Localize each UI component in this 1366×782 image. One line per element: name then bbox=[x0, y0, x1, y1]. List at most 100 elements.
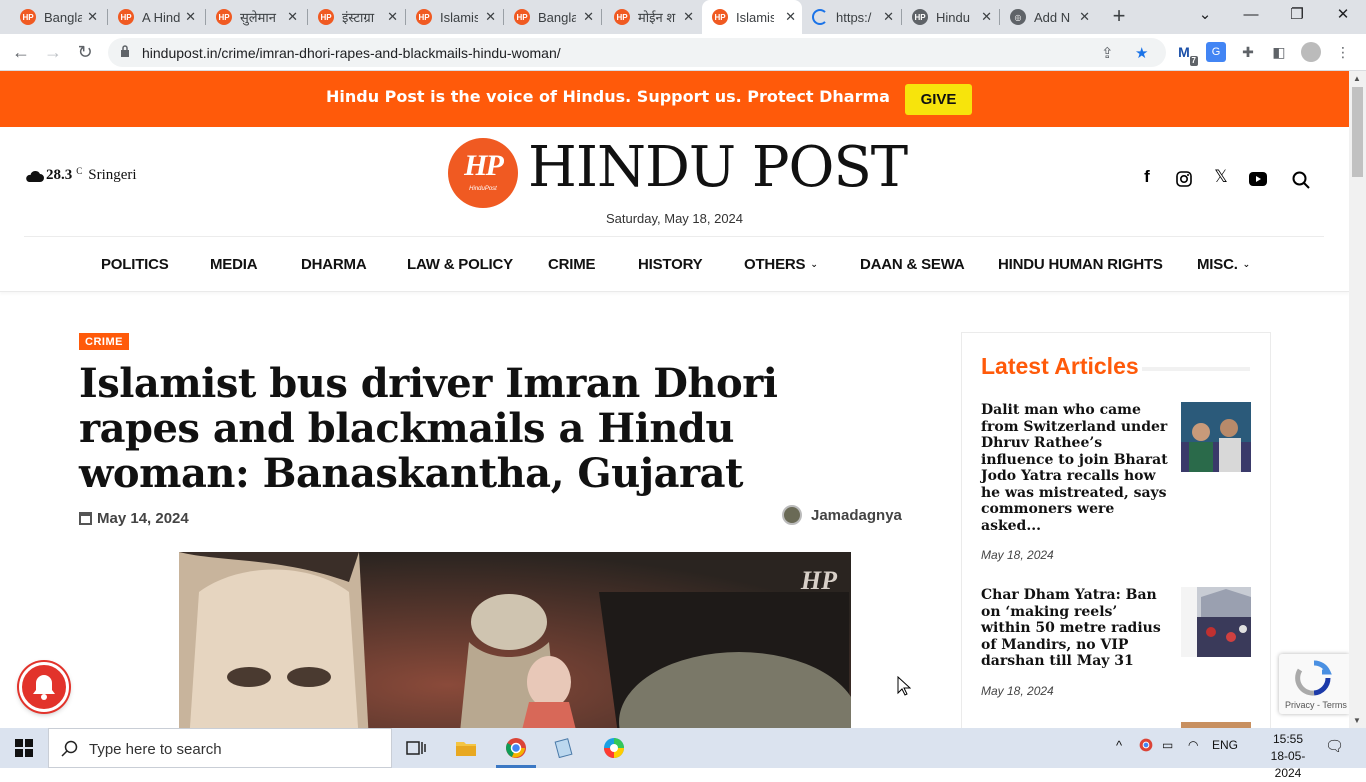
url-text[interactable]: hindupost.in/crime/imran-dhori-rapes-and… bbox=[142, 45, 561, 61]
close-icon[interactable]: ✕ bbox=[485, 9, 496, 25]
sidebar-article-title[interactable]: Char Dham Yatra: Ban on ‘making reels’ w… bbox=[981, 587, 1171, 670]
minimize-button[interactable]: — bbox=[1228, 0, 1274, 34]
extensions-puzzle-icon[interactable]: ✚ bbox=[1238, 42, 1258, 62]
instagram-icon[interactable] bbox=[1172, 167, 1196, 191]
start-button[interactable] bbox=[0, 728, 48, 768]
author-name[interactable]: Jamadagnya bbox=[811, 507, 902, 524]
site-logo-text[interactable]: HINDU POST bbox=[528, 135, 908, 200]
notification-bell-button[interactable] bbox=[19, 662, 69, 712]
taskbar-clock[interactable]: 15:55 18-05-2024 bbox=[1258, 731, 1318, 782]
tab-search-chevron-icon[interactable]: ⌄ bbox=[1182, 0, 1228, 34]
x-twitter-icon[interactable]: 𝕏 bbox=[1209, 167, 1233, 191]
nav-item-others[interactable]: OTHERS ⌄ bbox=[744, 256, 818, 273]
chevron-down-icon: ⌄ bbox=[810, 259, 818, 269]
page-scrollbar[interactable]: ▲ ▼ bbox=[1349, 71, 1366, 728]
hindupost-favicon: HP bbox=[416, 9, 432, 25]
youtube-icon[interactable] bbox=[1246, 167, 1270, 191]
close-icon[interactable]: ✕ bbox=[387, 9, 398, 25]
new-tab-button[interactable]: + bbox=[1106, 4, 1132, 30]
bookmark-star-icon[interactable]: ★ bbox=[1135, 44, 1148, 62]
browser-tab[interactable]: HP Bangla ✕ bbox=[504, 0, 600, 34]
browser-tab[interactable]: HP Bangla ✕ bbox=[10, 0, 104, 34]
reload-button[interactable]: ↻ bbox=[73, 41, 97, 65]
tray-chrome-icon[interactable] bbox=[1139, 738, 1153, 755]
site-logo-mark[interactable]: HP HinduPost bbox=[448, 138, 518, 208]
browser-tab-active[interactable]: HP Islamis ✕ bbox=[702, 0, 802, 34]
article-author[interactable]: Jamadagnya bbox=[782, 505, 902, 525]
nav-item-history[interactable]: HISTORY bbox=[638, 256, 703, 273]
close-icon[interactable]: ✕ bbox=[785, 9, 796, 25]
side-panel-icon[interactable]: ◧ bbox=[1269, 42, 1289, 62]
task-view-icon[interactable] bbox=[392, 728, 440, 768]
nav-item-daan-sewa[interactable]: DAAN & SEWA bbox=[860, 256, 965, 273]
back-button[interactable]: ← bbox=[9, 41, 33, 65]
hindupost-favicon: HP bbox=[514, 9, 530, 25]
hindupost-favicon: HP bbox=[318, 9, 334, 25]
nav-item-hindu-human-rights[interactable]: HINDU HUMAN RIGHTS bbox=[998, 256, 1163, 273]
close-icon[interactable]: ✕ bbox=[287, 9, 298, 25]
notepad-icon[interactable] bbox=[540, 728, 588, 768]
facebook-icon[interactable]: f bbox=[1135, 167, 1159, 191]
search-icon[interactable] bbox=[1289, 167, 1313, 191]
close-icon[interactable]: ✕ bbox=[683, 9, 694, 25]
file-explorer-icon[interactable] bbox=[442, 728, 490, 768]
translate-icon[interactable]: G bbox=[1206, 42, 1226, 62]
edge-browser-icon[interactable] bbox=[590, 728, 638, 768]
browser-tab[interactable]: HP मोईन श ✕ bbox=[604, 0, 700, 34]
battery-icon[interactable]: ▭ bbox=[1162, 738, 1173, 752]
nav-item-law-policy[interactable]: LAW & POLICY bbox=[407, 256, 513, 273]
wifi-icon[interactable]: ◠ bbox=[1188, 738, 1198, 752]
category-badge[interactable]: CRIME bbox=[79, 333, 129, 350]
browser-tab[interactable]: HP इंस्टाग्रा ✕ bbox=[308, 0, 404, 34]
close-icon[interactable]: ✕ bbox=[1079, 9, 1090, 25]
nav-item-dharma[interactable]: DHARMA bbox=[301, 256, 367, 273]
address-bar[interactable]: hindupost.in/crime/imran-dhori-rapes-and… bbox=[108, 38, 1166, 67]
language-indicator[interactable]: ENG bbox=[1212, 738, 1238, 752]
profile-avatar[interactable] bbox=[1301, 42, 1321, 62]
tab-title: Bangla bbox=[538, 9, 576, 25]
tab-title: Islamis bbox=[440, 9, 478, 25]
browser-tab[interactable]: https:/ ✕ bbox=[802, 0, 900, 34]
close-icon[interactable]: ✕ bbox=[87, 9, 98, 25]
article-thumbnail[interactable] bbox=[1181, 587, 1251, 657]
nav-item-media[interactable]: MEDIA bbox=[210, 256, 258, 273]
show-hidden-icons-chevron-icon[interactable]: ^ bbox=[1116, 738, 1122, 753]
calendar-icon bbox=[79, 512, 92, 525]
menu-kebab-icon[interactable]: ⋮ bbox=[1333, 42, 1353, 62]
give-button[interactable]: GIVE bbox=[905, 84, 972, 115]
close-icon[interactable]: ✕ bbox=[583, 9, 594, 25]
browser-tab[interactable]: HP सुलेमान ✕ bbox=[206, 0, 304, 34]
forward-button[interactable]: → bbox=[41, 41, 65, 65]
extension-m-icon[interactable]: M7 bbox=[1174, 42, 1198, 66]
browser-tab[interactable]: HP Hindu ✕ bbox=[902, 0, 998, 34]
hindupost-favicon: HP bbox=[118, 9, 134, 25]
recaptcha-links[interactable]: Privacy - Terms bbox=[1285, 700, 1347, 710]
sidebar-article[interactable]: Dalit man who came from Switzerland unde… bbox=[981, 402, 1251, 562]
chrome-taskbar-icon[interactable] bbox=[492, 728, 540, 768]
share-icon[interactable]: ⇪ bbox=[1101, 44, 1114, 62]
scroll-up-arrow-icon[interactable]: ▲ bbox=[1353, 74, 1361, 83]
close-icon[interactable]: ✕ bbox=[981, 9, 992, 25]
taskbar-search-box[interactable]: Type here to search bbox=[48, 728, 392, 768]
browser-toolbar: ← → ↻ hindupost.in/crime/imran-dhori-rap… bbox=[0, 34, 1366, 71]
nav-item-crime[interactable]: CRIME bbox=[548, 256, 596, 273]
close-icon[interactable]: ✕ bbox=[185, 9, 196, 25]
article-thumbnail[interactable] bbox=[1181, 402, 1251, 472]
browser-tab[interactable]: HP A Hind ✕ bbox=[108, 0, 202, 34]
recaptcha-badge[interactable]: Privacy - Terms bbox=[1279, 654, 1349, 714]
mouse-cursor-icon bbox=[897, 676, 911, 696]
sidebar-article[interactable]: Char Dham Yatra: Ban on ‘making reels’ w… bbox=[981, 587, 1251, 698]
close-icon[interactable]: ✕ bbox=[883, 9, 894, 25]
weather-widget: 28.3 C Sringeri bbox=[24, 166, 137, 184]
notifications-icon[interactable]: 🗨 bbox=[1325, 737, 1344, 755]
restore-button[interactable]: ❐ bbox=[1274, 0, 1320, 34]
scrollbar-thumb[interactable] bbox=[1352, 87, 1363, 177]
scroll-down-arrow-icon[interactable]: ▼ bbox=[1353, 716, 1361, 725]
tab-title: Bangla bbox=[44, 9, 82, 25]
browser-tab[interactable]: ◎ Add N ✕ bbox=[1000, 0, 1096, 34]
browser-tab[interactable]: HP Islamis ✕ bbox=[406, 0, 502, 34]
close-window-button[interactable]: ✕ bbox=[1320, 0, 1366, 34]
sidebar-article-title[interactable]: Dalit man who came from Switzerland unde… bbox=[981, 402, 1171, 534]
nav-item-misc[interactable]: MISC. ⌄ bbox=[1197, 256, 1250, 273]
nav-item-politics[interactable]: POLITICS bbox=[101, 256, 169, 273]
